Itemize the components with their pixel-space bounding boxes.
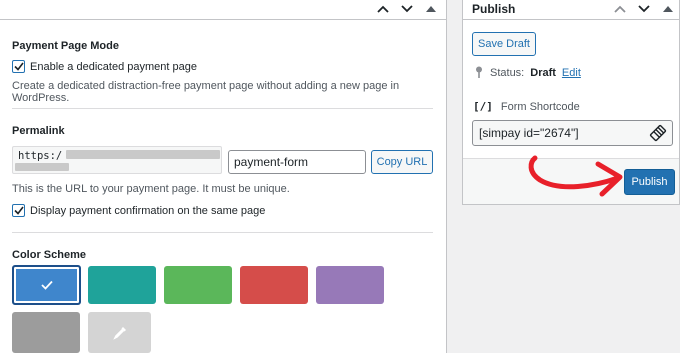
shortcode-label: Form Shortcode bbox=[500, 100, 580, 113]
display-confirmation-row[interactable]: Display payment confirmation on the same… bbox=[12, 204, 265, 217]
form-settings-panel: Payment Page Mode Enable a dedicated pay… bbox=[0, 0, 447, 353]
publish-box-title: Publish bbox=[472, 2, 516, 16]
display-confirmation-label: Display payment confirmation on the same… bbox=[30, 204, 266, 217]
divider bbox=[12, 232, 433, 233]
publish-button[interactable]: Publish bbox=[624, 169, 675, 195]
permalink-slug-input[interactable] bbox=[228, 150, 366, 174]
panel-header bbox=[0, 0, 446, 20]
shortcode-field[interactable]: [simpay id="2674"] bbox=[472, 120, 673, 146]
shortcode-icon: [/] bbox=[473, 100, 493, 113]
chevron-up-icon bbox=[377, 5, 389, 13]
shortcode-value: [simpay id="2674"] bbox=[479, 126, 579, 140]
eyedropper-icon bbox=[112, 326, 126, 340]
color-swatch-blue[interactable] bbox=[12, 265, 81, 305]
move-up-button[interactable] bbox=[611, 1, 629, 17]
move-down-button[interactable] bbox=[398, 1, 416, 17]
enable-payment-page-checkbox[interactable] bbox=[12, 60, 25, 73]
toggle-panel-button[interactable] bbox=[422, 1, 440, 17]
permalink-help: This is the URL to your payment page. It… bbox=[12, 183, 290, 195]
payment-page-description: Create a dedicated distraction-free paym… bbox=[12, 80, 400, 104]
chevron-up-icon bbox=[614, 5, 626, 13]
color-swatch-purple[interactable] bbox=[316, 266, 384, 304]
enable-payment-page-row[interactable]: Enable a dedicated payment page bbox=[12, 60, 197, 73]
toggle-panel-button[interactable] bbox=[659, 1, 677, 17]
checkmark-icon bbox=[40, 280, 53, 290]
move-up-button[interactable] bbox=[374, 1, 392, 17]
caret-up-icon bbox=[426, 6, 436, 12]
move-down-button[interactable] bbox=[635, 1, 653, 17]
enable-payment-page-label: Enable a dedicated payment page bbox=[30, 60, 197, 73]
pin-icon bbox=[476, 66, 482, 78]
edit-status-link[interactable]: Edit bbox=[562, 67, 581, 79]
status-value: Draft bbox=[530, 66, 556, 79]
custom-color-picker[interactable] bbox=[88, 312, 151, 353]
panel-controls bbox=[374, 1, 440, 17]
save-draft-button[interactable]: Save Draft bbox=[472, 32, 536, 56]
permalink-prefix: https:/ bbox=[18, 150, 63, 162]
color-swatch-red[interactable] bbox=[240, 266, 308, 304]
permalink-title: Permalink bbox=[12, 125, 65, 137]
color-swatch-green[interactable] bbox=[164, 266, 232, 304]
color-scheme-title: Color Scheme bbox=[12, 249, 86, 261]
color-swatch-gray[interactable] bbox=[12, 312, 80, 353]
payment-page-mode-title: Payment Page Mode bbox=[12, 40, 119, 52]
redacted-url bbox=[15, 163, 69, 171]
status-row: Status: Draft Edit bbox=[474, 66, 581, 79]
checkmark-icon bbox=[13, 62, 24, 71]
color-swatch-teal[interactable] bbox=[88, 266, 156, 304]
copy-shortcode-icon[interactable] bbox=[649, 124, 667, 142]
checkmark-icon bbox=[13, 206, 24, 215]
status-label: Status: bbox=[490, 66, 525, 79]
divider bbox=[12, 108, 433, 109]
copy-url-button[interactable]: Copy URL bbox=[371, 150, 433, 174]
chevron-down-icon bbox=[401, 5, 413, 13]
chevron-down-icon bbox=[638, 5, 650, 13]
permalink-base-url: https:/ bbox=[12, 146, 222, 174]
redacted-url bbox=[66, 150, 220, 159]
shortcode-header: [/] Form Shortcode bbox=[473, 100, 580, 113]
display-confirmation-checkbox[interactable] bbox=[12, 204, 25, 217]
publish-box-header: Publish bbox=[463, 0, 679, 20]
caret-up-icon bbox=[663, 6, 673, 12]
publish-box-controls bbox=[611, 1, 677, 17]
